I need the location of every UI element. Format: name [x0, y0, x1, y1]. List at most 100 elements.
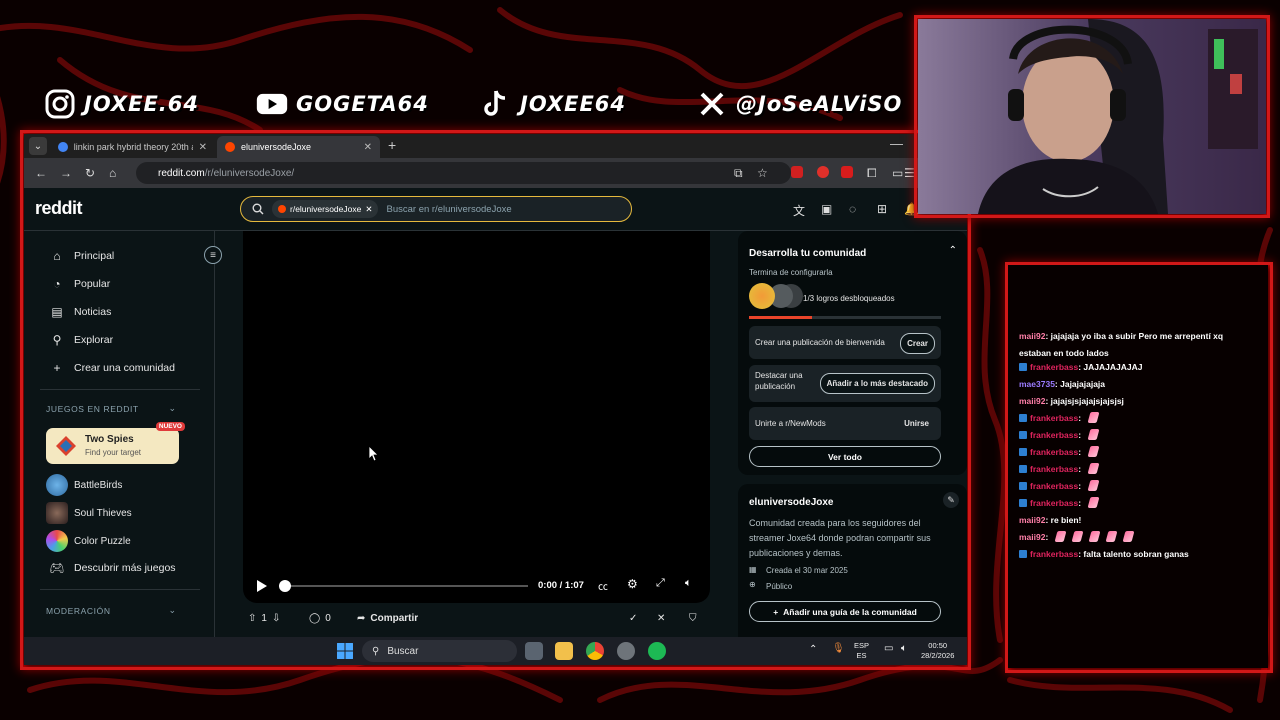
game-item-soul-thieves[interactable]: Soul Thieves — [46, 502, 132, 524]
extension-icon[interactable] — [791, 166, 803, 178]
create-button[interactable]: Crear — [900, 333, 935, 354]
sidebar-item-noticias[interactable]: ▤ Noticias — [50, 302, 111, 322]
search-scope-chip[interactable]: r/eluniversodeJoxe ✕ — [272, 200, 379, 218]
settings-gear-icon[interactable]: ⚙ — [627, 577, 638, 591]
mod-shield-icon[interactable]: ⛉ — [689, 613, 697, 624]
comments-button[interactable]: ◯ 0 — [309, 613, 331, 624]
close-tab-icon[interactable]: ✕ — [364, 142, 372, 153]
highlight-button[interactable]: Añadir a lo más destacado — [819, 373, 935, 394]
upvote-icon[interactable]: ⇧ — [248, 613, 256, 624]
google-icon — [58, 142, 68, 152]
reddit-logo[interactable]: reddit — [35, 198, 83, 219]
featured-game-card[interactable]: Two Spies Find your target NUEVO — [46, 422, 185, 464]
ads-icon[interactable]: ▣ — [821, 202, 835, 216]
edit-pencil-icon[interactable]: ✎ — [943, 492, 959, 508]
join-button[interactable]: Unirse — [898, 414, 935, 433]
discover-games-link[interactable]: 🎮︎ Descubrir más juegos — [49, 558, 175, 578]
tab-linkin-park[interactable]: linkin park hybrid theory 20th a ✕ — [50, 136, 215, 158]
home-icon[interactable]: ⌂ — [109, 166, 116, 180]
chat-badge-icon — [1019, 482, 1027, 490]
moderation-section-header[interactable]: MODERACIÓN — [46, 606, 111, 616]
bookmarks-icon[interactable]: ▭ — [892, 166, 903, 180]
reload-icon[interactable]: ↻ — [85, 166, 95, 180]
chrome-icon[interactable] — [586, 642, 604, 660]
captions-icon[interactable]: ㏄ — [598, 578, 608, 593]
vote-control[interactable]: ⇧ 1 ⇩ — [248, 613, 280, 624]
extensions-puzzle-icon[interactable]: ⧠ — [867, 166, 877, 181]
chat-username[interactable]: maii92 — [1019, 331, 1045, 341]
microphone-icon[interactable]: 🎙︎ — [832, 644, 845, 654]
sidebar-item-label: Popular — [74, 278, 111, 290]
collapse-nav-button[interactable]: ≡ — [204, 246, 222, 264]
tab-search-button[interactable]: ⌄ — [29, 137, 47, 155]
reddit-header: reddit r/eluniversodeJoxe ✕ Buscar en r/… — [24, 188, 967, 231]
sidebar-item-principal[interactable]: ⌂ Principal — [50, 246, 114, 266]
share-button[interactable]: ➦ Compartir — [357, 613, 418, 624]
language-indicator[interactable]: ESP ES — [854, 641, 869, 661]
downvote-icon[interactable]: ⇩ — [272, 613, 280, 624]
chevron-up-icon[interactable]: ⌃ — [809, 645, 817, 655]
search-input[interactable]: r/eluniversodeJoxe ✕ Buscar en r/elunive… — [240, 196, 632, 222]
url-input[interactable]: reddit.com/r/eluniversodeJoxe/ — [136, 162, 791, 184]
chat-username[interactable]: frankerbass — [1030, 464, 1078, 474]
video-seek-bar[interactable] — [284, 585, 528, 587]
sidebar-item-popular[interactable]: ◔ Popular — [50, 274, 110, 294]
adblock-icon[interactable] — [841, 166, 853, 178]
sidebar-item-crear-comunidad[interactable]: + Crear una comunidad — [50, 358, 175, 378]
spotify-icon[interactable] — [648, 642, 666, 660]
translate-icon[interactable]: 文 — [793, 202, 807, 218]
extension-icon[interactable] — [817, 166, 829, 178]
subreddit-icon — [278, 205, 286, 213]
chat-username[interactable]: frankerbass — [1030, 447, 1078, 457]
chat-username[interactable]: frankerbass — [1030, 430, 1078, 440]
close-tab-icon[interactable]: ✕ — [199, 142, 207, 153]
remove-icon[interactable]: ✕ — [657, 613, 665, 624]
chat-username[interactable]: frankerbass — [1030, 413, 1078, 423]
obs-icon[interactable] — [617, 642, 635, 660]
chat-username[interactable]: maii92 — [1019, 532, 1045, 542]
sidebar-item-label: Crear una comunidad — [74, 362, 175, 374]
volume-icon[interactable]: 🔈︎ — [901, 644, 907, 654]
file-explorer-icon[interactable] — [555, 642, 573, 660]
game-item-color-puzzle[interactable]: Color Puzzle — [46, 530, 131, 552]
chat-username[interactable]: frankerbass — [1030, 549, 1078, 559]
video-player[interactable]: 0:00 / 1:07 ㏄ ⚙ ⤢ 🔈︎ — [243, 231, 710, 603]
webcam-feed — [918, 19, 1266, 214]
chat-username[interactable]: frankerbass — [1030, 362, 1078, 372]
taskbar-search[interactable]: ⚲ Buscar — [362, 640, 517, 662]
back-icon[interactable]: ← — [35, 166, 47, 180]
add-community-guide-button[interactable]: + Añadir una guía de la comunidad — [749, 601, 941, 622]
chat-icon[interactable]: ◌ — [849, 202, 863, 216]
fullscreen-icon[interactable]: ⤢ — [656, 577, 665, 590]
chat-badge-icon — [1019, 499, 1027, 507]
remove-scope-icon[interactable]: ✕ — [365, 204, 372, 215]
sidebar-item-explorar[interactable]: ⚲ Explorar — [50, 330, 114, 350]
chat-username[interactable]: mae3735 — [1019, 379, 1055, 389]
chat-username[interactable]: maii92 — [1019, 515, 1045, 525]
approve-icon[interactable]: ✓ — [629, 613, 637, 624]
windows-start-icon[interactable] — [336, 642, 354, 660]
network-icon[interactable]: ▭ — [884, 644, 893, 654]
install-icon[interactable]: ⧉ — [734, 166, 743, 181]
chevron-up-icon[interactable]: ⌃ — [949, 245, 957, 256]
task-view-icon[interactable] — [525, 642, 543, 660]
chat-username[interactable]: frankerbass — [1030, 481, 1078, 491]
volume-icon[interactable]: 🔈︎ — [685, 577, 692, 590]
bookmark-star-icon[interactable]: ☆ — [757, 166, 768, 180]
seek-handle[interactable] — [279, 580, 291, 592]
game-item-battlebirds[interactable]: BattleBirds — [46, 474, 122, 496]
see-all-button[interactable]: Ver todo — [749, 446, 941, 467]
minimize-icon[interactable]: — — [890, 136, 903, 151]
new-tab-button[interactable]: + — [388, 137, 396, 153]
chat-username[interactable]: maii92 — [1019, 396, 1045, 406]
clock[interactable]: 00:50 28/2/2026 — [921, 641, 954, 661]
chevron-down-icon[interactable]: ⌄ — [168, 605, 176, 616]
tab-eluniversodejoxe[interactable]: eluniversodeJoxe ✕ — [217, 136, 380, 158]
chat-username[interactable]: frankerbass — [1030, 498, 1078, 508]
play-icon[interactable] — [255, 580, 267, 592]
forward-icon[interactable]: → — [60, 166, 72, 180]
chevron-down-icon[interactable]: ⌄ — [168, 403, 176, 414]
chat-message: frankerbass: — [1019, 410, 1255, 427]
games-section-header[interactable]: JUEGOS EN REDDIT — [46, 404, 139, 414]
create-post-icon[interactable]: ⊞ — [877, 202, 891, 216]
